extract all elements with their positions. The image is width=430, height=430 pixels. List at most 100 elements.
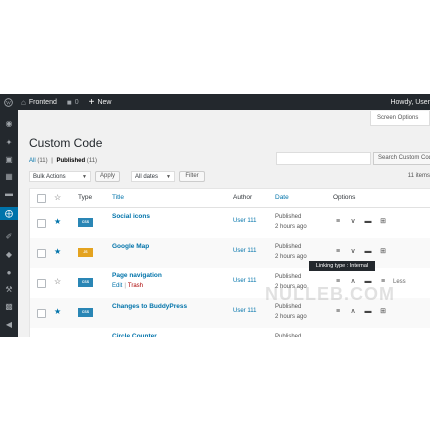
items-count: 11 items <box>407 173 430 179</box>
linking-type-tooltip: Linking type : Internal <box>309 261 375 271</box>
align-lines-icon[interactable]: ≡ <box>333 308 343 316</box>
star-filled-icon[interactable]: ★ <box>54 308 61 316</box>
settings-icon[interactable]: ▩ <box>4 302 14 311</box>
chevron-down-icon[interactable]: ∨ <box>348 218 358 226</box>
less-link[interactable]: Less <box>393 278 411 286</box>
pin-icon[interactable]: ✦ <box>4 138 14 147</box>
row-title-link[interactable]: Page navigation <box>112 272 162 279</box>
author-link[interactable]: User 111 <box>233 248 256 254</box>
dashboard-icon[interactable]: ◉ <box>4 119 14 128</box>
column-date[interactable]: Date <box>275 194 289 201</box>
table-row: ☆JSCircle CounterUser 111Published2 hour… <box>30 328 430 337</box>
chevron-down-icon: ▼ <box>82 174 87 180</box>
new-label: New <box>97 98 112 106</box>
align-lines-icon[interactable]: ≡ <box>333 218 343 226</box>
home-icon: ⌂ <box>21 97 26 107</box>
site-name-link[interactable]: ⌂ Frontend <box>21 98 57 107</box>
trash-link[interactable]: Trash <box>128 283 143 289</box>
view-published-label: Published <box>56 158 86 164</box>
users-icon[interactable]: ● <box>4 268 14 277</box>
date-cell: Published2 hours ago <box>275 302 307 322</box>
chevron-up-icon[interactable]: ∧ <box>348 308 358 316</box>
pages-icon[interactable]: ▦ <box>4 172 14 181</box>
type-badge: JS <box>78 248 93 257</box>
column-author: Author <box>233 194 253 201</box>
new-content-link[interactable]: + New <box>89 97 112 108</box>
grid-toggle-icon[interactable]: ⊞ <box>378 248 388 256</box>
date-filter-select[interactable]: All dates ▼ <box>131 171 175 182</box>
star-filled-icon[interactable]: ★ <box>54 248 61 256</box>
page-layout-icon[interactable]: ▬ <box>363 218 373 226</box>
post-time: 2 hours ago <box>275 254 307 260</box>
author-link[interactable]: User 111 <box>233 218 256 224</box>
table-header: ☆ Type Title Author Date Options <box>30 189 430 208</box>
grid-toggle-icon[interactable]: ⊞ <box>378 308 388 316</box>
select-all-checkbox[interactable] <box>37 194 46 203</box>
row-actions: Edit | Trash <box>112 283 143 289</box>
tools-icon[interactable]: ⚒ <box>4 285 14 294</box>
column-options: Options <box>333 194 356 201</box>
column-title[interactable]: Title <box>112 194 124 201</box>
view-all-count: (11) <box>37 158 48 164</box>
column-type: Type <box>78 194 93 201</box>
edit-link[interactable]: Edit <box>112 283 122 289</box>
howdy-user[interactable]: Howdy, User <box>390 94 430 110</box>
star-outline-icon[interactable]: ☆ <box>54 278 61 286</box>
search-button[interactable]: Search Custom Code <box>373 152 430 165</box>
view-all-link[interactable]: All (11) <box>29 158 48 164</box>
chevron-down-icon[interactable]: ∨ <box>348 248 358 256</box>
filter-button[interactable]: Filter <box>179 171 205 182</box>
custom-code-icon[interactable]: ⨁ <box>0 207 18 220</box>
type-badge: CSS <box>78 218 93 227</box>
bulk-actions-select[interactable]: Bulk Actions ▼ <box>29 171 91 182</box>
post-status: Published <box>275 334 302 337</box>
comments-count: 0 <box>74 98 79 106</box>
comments-link[interactable]: ■ 0 <box>67 98 79 107</box>
view-published-link[interactable]: Published (11) <box>56 158 97 164</box>
align-lines-icon[interactable]: ≡ <box>333 248 343 256</box>
page-layout-icon[interactable]: ▬ <box>363 308 373 316</box>
type-badge: CSS <box>78 278 93 287</box>
plugins-icon[interactable]: ◆ <box>4 250 14 259</box>
appearance-icon[interactable]: ✐ <box>4 232 14 241</box>
screen-options-button[interactable]: Screen Options <box>370 111 430 126</box>
wordpress-logo-svg: W <box>4 97 13 107</box>
collapse-icon[interactable]: ◀ <box>4 320 14 329</box>
row-title-link[interactable]: Google Map <box>112 243 149 250</box>
bulk-actions-label: Bulk Actions <box>33 174 66 180</box>
view-all-label: All <box>29 158 36 164</box>
page-title: Custom Code <box>29 136 103 150</box>
post-status: Published <box>275 244 302 250</box>
status-views: All (11) | Published (11) <box>29 158 97 164</box>
page-layout-icon[interactable]: ▬ <box>363 248 373 256</box>
date-cell: Published2 hours ago <box>275 332 307 337</box>
admin-sidebar: ◉ ✦ ▣ ▦ ▬ ⨁ ✐ ◆ ● ⚒ ▩ ◀ <box>0 110 18 337</box>
date-cell: Published 2 hours ago <box>275 242 307 262</box>
author-link[interactable]: User 111 <box>233 308 256 314</box>
wp-admin-window: W ⌂ Frontend ■ 0 + New Howdy, User ◉ ✦ ▣… <box>0 94 430 337</box>
main-content: Screen Options Custom Code All (11) | Pu… <box>18 110 430 337</box>
date-cell: Published2 hours ago <box>275 212 307 232</box>
row-checkbox[interactable] <box>37 249 46 258</box>
author-link[interactable]: User 111 <box>233 278 256 284</box>
grid-toggle-icon[interactable]: ⊞ <box>378 218 388 226</box>
plus-icon: + <box>88 96 95 108</box>
row-title-link[interactable]: Changes to BuddyPress <box>112 303 187 310</box>
star-filled-icon[interactable]: ★ <box>54 218 61 226</box>
row-checkbox[interactable] <box>37 219 46 228</box>
apply-button[interactable]: Apply <box>95 171 120 182</box>
row-actions-separator: | <box>124 283 126 289</box>
row-checkbox[interactable] <box>37 279 46 288</box>
row-title-link[interactable]: Circle Counter <box>112 333 157 337</box>
row-checkbox[interactable] <box>37 309 46 318</box>
chevron-down-icon: ▼ <box>166 174 171 180</box>
feedback-icon[interactable]: ▬ <box>4 189 14 198</box>
wordpress-logo-icon[interactable]: W <box>4 97 13 107</box>
row-title-link[interactable]: Social icons <box>112 213 150 220</box>
comments-icon[interactable]: ▣ <box>4 155 14 164</box>
date-filter-label: All dates <box>135 174 159 180</box>
post-time: 2 hours ago <box>275 224 307 230</box>
watermark: NULLEB.COM <box>265 284 395 304</box>
view-published-count: (11) <box>86 158 98 164</box>
search-input[interactable] <box>276 152 371 165</box>
